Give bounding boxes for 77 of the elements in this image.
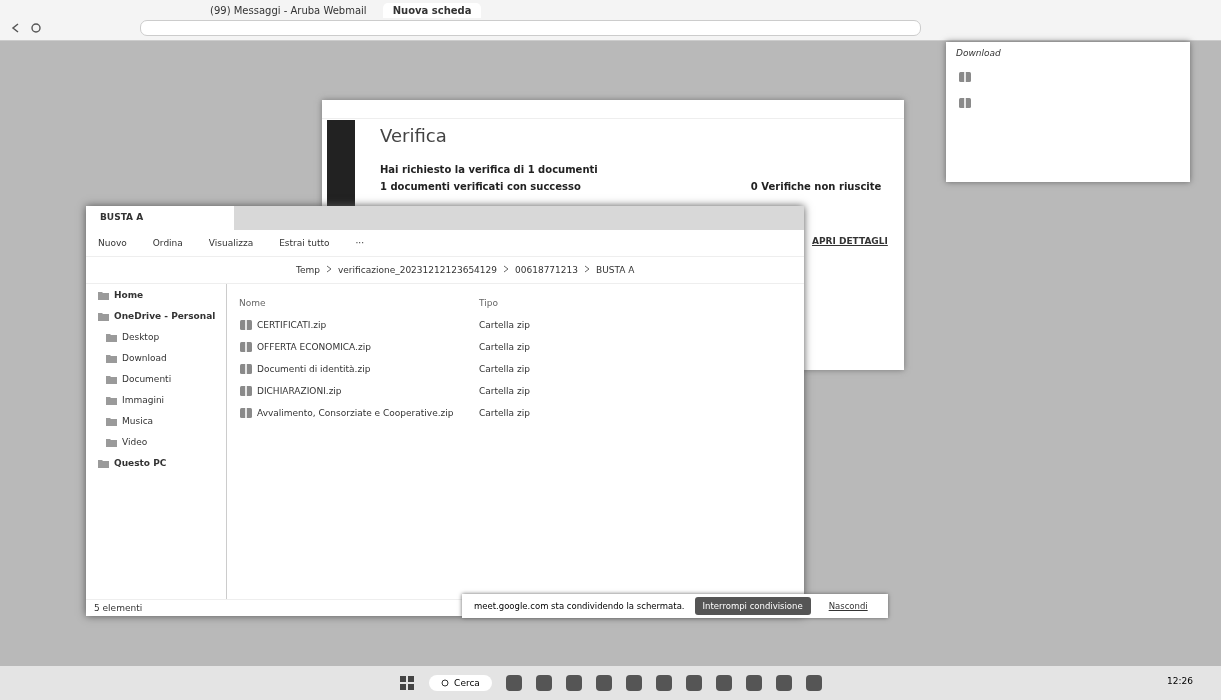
app-icon[interactable]	[745, 675, 762, 691]
sidebar-item[interactable]: OneDrive - Personal	[114, 311, 216, 321]
toolbar-button[interactable]: Nuovo	[98, 238, 127, 248]
file-name[interactable]: OFFERTA ECONOMICA.zip	[257, 342, 371, 352]
file-name[interactable]: Avvalimento, Consorziate e Cooperative.zip	[257, 408, 454, 418]
breadcrumb-item[interactable]: Temp	[296, 265, 320, 275]
column-header[interactable]: Tipo	[479, 298, 599, 308]
folder-icon	[106, 332, 117, 342]
app-icon[interactable]	[655, 675, 672, 691]
folder-icon	[106, 395, 117, 405]
sidebar-item[interactable]: Questo PC	[114, 458, 167, 468]
app-icon[interactable]	[565, 675, 582, 691]
reload-icon[interactable]	[30, 22, 42, 34]
sidebar-item[interactable]: Documenti	[122, 374, 172, 384]
app-icon[interactable]	[625, 675, 642, 691]
chevron-icon	[326, 265, 332, 273]
clock: 12:26	[1167, 676, 1193, 686]
verification-summary: Hai richiesto la verifica di 1 documenti	[380, 164, 599, 175]
zip-folder-icon	[239, 384, 253, 398]
start-icon[interactable]	[399, 675, 416, 691]
browser-tab[interactable]: Nuova scheda	[382, 2, 482, 18]
failure-count: 0 Verifiche non riuscite	[750, 181, 882, 192]
app-icon[interactable]	[505, 675, 522, 691]
sidebar-item[interactable]: Home	[114, 290, 144, 300]
stop-sharing-button[interactable]: Interrompi condivisione	[694, 597, 811, 615]
file-type: Cartella zip	[479, 342, 531, 352]
breadcrumb-item[interactable]: verificazione_20231212123654129	[338, 265, 497, 275]
success-count: 1 documenti verificati con successo	[380, 181, 581, 192]
zip-folder-icon	[239, 340, 253, 354]
chevron-icon	[584, 265, 590, 273]
hide-button[interactable]: Nascondi	[820, 597, 876, 615]
file-type: Cartella zip	[479, 364, 531, 374]
file-type: Cartella zip	[479, 386, 531, 396]
column-header[interactable]: Nome	[239, 298, 479, 308]
search-icon	[441, 678, 451, 688]
browser-tab[interactable]: (99) Messaggi - Aruba Webmail	[200, 2, 377, 18]
sidebar-item[interactable]: Desktop	[122, 332, 160, 342]
sidebar-item[interactable]: Immagini	[122, 395, 165, 405]
zip-folder-icon	[239, 318, 253, 332]
zip-folder-icon	[958, 70, 972, 84]
breadcrumb-item[interactable]: 00618771213	[515, 265, 578, 275]
sharing-message: meet.google.com sta condividendo la schermata.	[474, 601, 685, 611]
search-box[interactable]: Cerca	[429, 675, 492, 691]
folder-icon	[98, 311, 109, 321]
toolbar-button[interactable]: Ordina	[152, 238, 183, 248]
zip-folder-icon	[958, 96, 972, 110]
folder-icon	[106, 353, 117, 363]
file-type: Cartella zip	[479, 320, 531, 330]
explorer-tab[interactable]: BUSTA A	[86, 206, 234, 230]
app-icon[interactable]	[715, 675, 732, 691]
chevron-icon	[503, 265, 509, 273]
panel-title: Download	[955, 47, 1002, 60]
open-details-link[interactable]: APRI DETTAGLI	[812, 236, 888, 246]
app-icon[interactable]	[805, 675, 822, 691]
file-name[interactable]: Documenti di identità.zip	[257, 364, 371, 374]
sidebar-item[interactable]: Musica	[122, 416, 154, 426]
toolbar-button[interactable]: ···	[355, 238, 365, 248]
app-icon[interactable]	[595, 675, 612, 691]
folder-icon	[98, 290, 109, 300]
folder-icon	[98, 458, 109, 468]
toolbar-button[interactable]: Visualizza	[208, 238, 254, 248]
page-title: Verifica	[380, 125, 448, 146]
app-icon[interactable]	[535, 675, 552, 691]
zip-folder-icon	[239, 406, 253, 420]
sidebar-item[interactable]: Video	[122, 437, 148, 447]
sidebar-item[interactable]: Download	[122, 353, 167, 363]
folder-icon	[106, 437, 117, 447]
file-name[interactable]: CERTIFICATI.zip	[257, 320, 327, 330]
file-type: Cartella zip	[479, 408, 531, 418]
folder-icon	[106, 374, 117, 384]
folder-icon	[106, 416, 117, 426]
file-name[interactable]: DICHIARAZIONI.zip	[257, 386, 342, 396]
app-icon[interactable]	[775, 675, 792, 691]
app-icon[interactable]	[685, 675, 702, 691]
toolbar-button[interactable]: Estrai tutto	[279, 238, 330, 248]
breadcrumb-item[interactable]: BUSTA A	[596, 265, 635, 275]
zip-folder-icon	[239, 362, 253, 376]
